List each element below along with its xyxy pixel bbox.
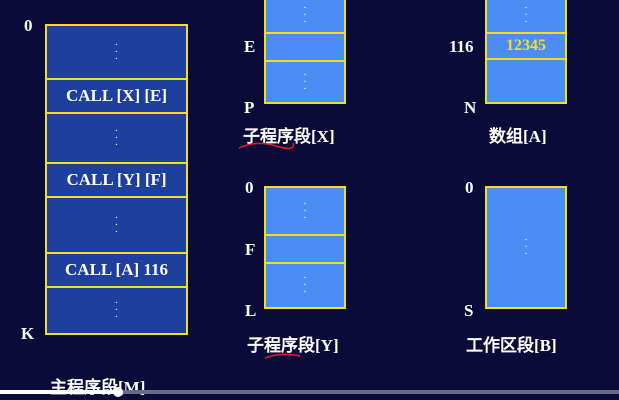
ellipsis-dots: · · · bbox=[524, 1, 528, 28]
sub-x-cell-bottom: · · · bbox=[266, 60, 344, 102]
array-a-cell-top: · · · bbox=[487, 0, 565, 32]
sub-y-cell-bottom: · · · bbox=[266, 262, 344, 307]
call-a-instruction: CALL [A] 116 bbox=[65, 260, 168, 279]
array-a-value: 12345 bbox=[506, 37, 546, 54]
sub-x-entry-label: E bbox=[244, 37, 256, 56]
sub-x-underline-annotation bbox=[238, 142, 295, 150]
sub-y-segment-box: · · · · · · bbox=[264, 186, 346, 309]
sub-y-cell-top: · · · bbox=[266, 188, 344, 234]
ellipsis-dots: · · · bbox=[303, 197, 307, 224]
sub-y-end-label: L bbox=[245, 301, 257, 320]
main-segment-end-label: K bbox=[21, 324, 35, 343]
main-cell-call-a: CALL [A] 116 bbox=[47, 252, 186, 286]
main-cell-dots-1: · · · bbox=[47, 26, 186, 78]
sub-x-cell-entry bbox=[266, 32, 344, 60]
ellipsis-dots: · · · bbox=[303, 68, 307, 95]
sub-y-start-label: 0 bbox=[245, 178, 254, 197]
call-y-instruction: CALL [Y] [F] bbox=[66, 170, 167, 189]
call-x-instruction: CALL [X] [E] bbox=[65, 86, 168, 105]
work-b-start-label: 0 bbox=[465, 178, 474, 197]
ellipsis-dots: · · · bbox=[114, 124, 119, 151]
video-progress-bar[interactable] bbox=[0, 387, 619, 397]
main-segment-start-label: 0 bbox=[24, 16, 33, 35]
array-a-end-label: N bbox=[464, 98, 477, 117]
array-a-segment-box: · · · 12345 bbox=[485, 0, 567, 104]
work-b-caption: 工作区段[B] bbox=[466, 336, 557, 355]
sub-y-cell-entry bbox=[266, 234, 344, 262]
main-segment-box: · · · CALL [X] [E] · · · CALL [Y] [F] · … bbox=[45, 24, 188, 335]
array-a-address-label: 116 bbox=[449, 37, 474, 56]
work-b-end-label: S bbox=[464, 301, 474, 320]
main-cell-dots-4: · · · bbox=[47, 286, 186, 333]
array-a-cell-value: 12345 bbox=[487, 32, 565, 58]
work-b-segment-box: · · · bbox=[485, 186, 567, 309]
ellipsis-dots: · · · bbox=[114, 211, 119, 238]
ellipsis-dots: · · · bbox=[524, 234, 528, 260]
progress-scrubber-handle[interactable] bbox=[113, 387, 123, 397]
main-cell-dots-3: · · · bbox=[47, 196, 186, 252]
sub-x-cell-top: · · · bbox=[266, 0, 344, 32]
progress-remaining bbox=[118, 390, 619, 394]
array-a-caption: 数组[A] bbox=[489, 127, 547, 146]
ellipsis-dots: · · · bbox=[114, 38, 119, 65]
sub-x-segment-box: · · · · · · bbox=[264, 0, 346, 104]
array-a-cell-bottom bbox=[487, 58, 565, 102]
sub-y-entry-label: F bbox=[245, 240, 256, 259]
main-cell-call-y: CALL [Y] [F] bbox=[47, 162, 186, 196]
work-b-cell: · · · bbox=[487, 188, 565, 307]
ellipsis-dots: · · · bbox=[114, 297, 119, 323]
ellipsis-dots: · · · bbox=[303, 1, 307, 28]
ellipsis-dots: · · · bbox=[303, 272, 307, 298]
progress-played bbox=[0, 390, 118, 394]
sub-x-end-label: P bbox=[244, 98, 255, 117]
main-cell-call-x: CALL [X] [E] bbox=[47, 78, 186, 112]
main-cell-dots-2: · · · bbox=[47, 112, 186, 162]
sub-y-underline-annotation bbox=[264, 353, 301, 359]
